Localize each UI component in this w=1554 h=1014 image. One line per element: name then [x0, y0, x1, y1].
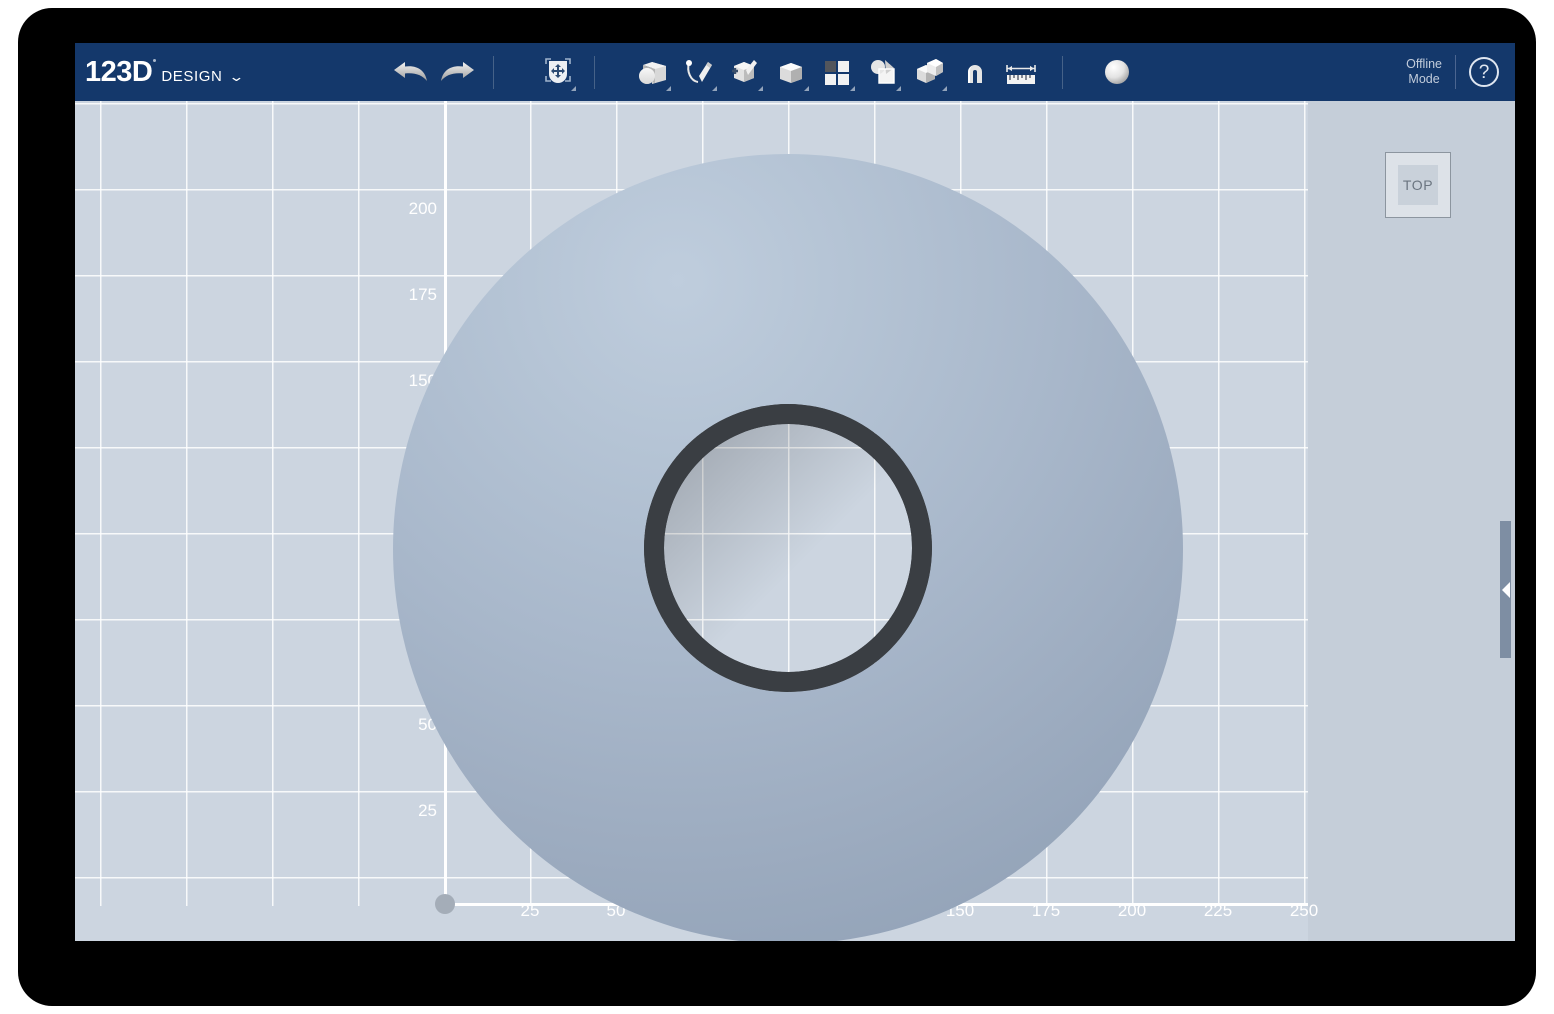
- header-divider: [1455, 55, 1456, 89]
- app-logo-menu[interactable]: 123D DESIGN ⌄: [85, 55, 246, 88]
- undo-icon[interactable]: [390, 49, 432, 95]
- combine-icon[interactable]: [908, 49, 950, 95]
- side-panel-toggle[interactable]: [1500, 521, 1511, 658]
- logo-secondary-text: DESIGN: [161, 67, 223, 85]
- toolbar-group-modeling: [630, 49, 1044, 95]
- y-axis-tick-label: 200: [408, 199, 437, 218]
- app-screen: 123D DESIGN ⌄ Offline Mode ? 200 175 150…: [75, 43, 1515, 941]
- logo-primary-text: 123D: [85, 55, 157, 88]
- material-sphere-icon[interactable]: [1096, 49, 1138, 95]
- magnet-snap-icon[interactable]: [954, 49, 996, 95]
- model-center-hole: [644, 404, 932, 692]
- y-axis-tick-label: 25: [418, 801, 437, 820]
- redo-icon[interactable]: [436, 49, 478, 95]
- design-canvas[interactable]: 200 175 150 50 25 25 50 150 175 200 225 250 TOP: [75, 101, 1515, 941]
- toolbar-group-history: [388, 49, 480, 95]
- sketch-icon[interactable]: [678, 49, 720, 95]
- hole-wall-ring: [644, 404, 932, 692]
- toolbar-divider: [493, 55, 495, 89]
- transform-move-icon[interactable]: [537, 49, 579, 95]
- primitives-icon[interactable]: [632, 49, 674, 95]
- help-question-icon[interactable]: ?: [1469, 57, 1499, 87]
- app-header: 123D DESIGN ⌄ Offline Mode ?: [75, 43, 1515, 101]
- pattern-icon[interactable]: [816, 49, 858, 95]
- modify-icon[interactable]: [770, 49, 812, 95]
- x-axis-tick-label: 175: [1031, 901, 1061, 920]
- model-disc-solid[interactable]: [393, 154, 1183, 941]
- x-axis-tick-label: 200: [1117, 901, 1147, 920]
- header-right-cluster: Offline Mode ?: [1406, 43, 1499, 101]
- origin-point: [435, 894, 455, 914]
- chevron-left-icon: [1502, 581, 1510, 598]
- toolbar-group-transform: [535, 49, 581, 95]
- x-axis-tick-label: 250: [1289, 901, 1319, 920]
- construct-icon[interactable]: [724, 49, 766, 95]
- measure-icon[interactable]: [1000, 49, 1042, 95]
- view-cube-label: TOP: [1398, 165, 1438, 205]
- grouping-icon[interactable]: [862, 49, 904, 95]
- offline-mode-label: Offline Mode: [1406, 57, 1442, 86]
- toolbar-divider: [594, 55, 596, 89]
- view-cube-icon[interactable]: TOP: [1385, 152, 1451, 218]
- tablet-device-frame: 123D DESIGN ⌄ Offline Mode ? 200 175 150…: [18, 8, 1536, 1006]
- toolbar-divider: [1062, 55, 1064, 89]
- y-axis-tick-label: 175: [408, 285, 437, 304]
- chevron-down-icon: ⌄: [228, 68, 246, 84]
- toolbar-group-appearance: [1094, 49, 1140, 95]
- x-axis-tick-label: 25: [520, 901, 540, 920]
- x-axis-tick-label: 225: [1203, 901, 1233, 920]
